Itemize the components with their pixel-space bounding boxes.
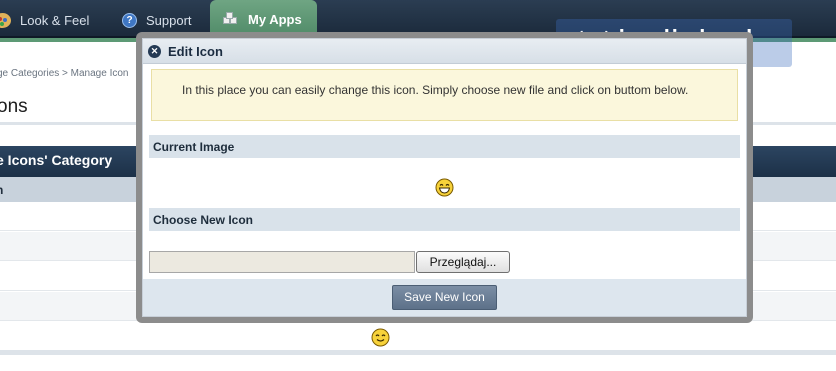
category-header: e Icons' Category [0,152,113,168]
dialog-header: ✕ Edit Icon [143,39,746,64]
dialog-title: Edit Icon [168,44,223,59]
file-path-field[interactable] [149,251,415,273]
edit-icon-dialog: ✕ Edit Icon In this place you can easily… [142,38,747,317]
info-message: In this place you can easily change this… [151,69,738,121]
page-title: ons [0,96,28,117]
table-bottom-rule [0,350,836,355]
tab-label: My Apps [248,11,302,27]
page-root: Look & Feel ? Support My Apps ge Categor… [0,0,836,371]
close-icon[interactable]: ✕ [148,45,161,58]
save-new-icon-button[interactable]: Save New Icon [392,285,497,310]
current-image-section-header: Current Image [149,135,740,158]
tab-label: Support [146,12,192,28]
help-icon: ? [122,12,137,28]
column-header-label: n [0,183,3,197]
laughing-smiley-icon [435,178,454,197]
breadcrumb[interactable]: ge Categories > Manage Icon [0,68,128,79]
tab-label: Look & Feel [20,12,90,28]
palette-icon [0,12,11,28]
smile-icon [371,328,390,347]
cubes-icon [223,12,239,26]
table-row[interactable] [0,322,836,351]
choose-icon-section-header: Choose New Icon [149,208,740,231]
tab-look-and-feel[interactable]: Look & Feel [0,4,89,36]
browse-button[interactable]: Przeglądaj... [416,251,510,273]
